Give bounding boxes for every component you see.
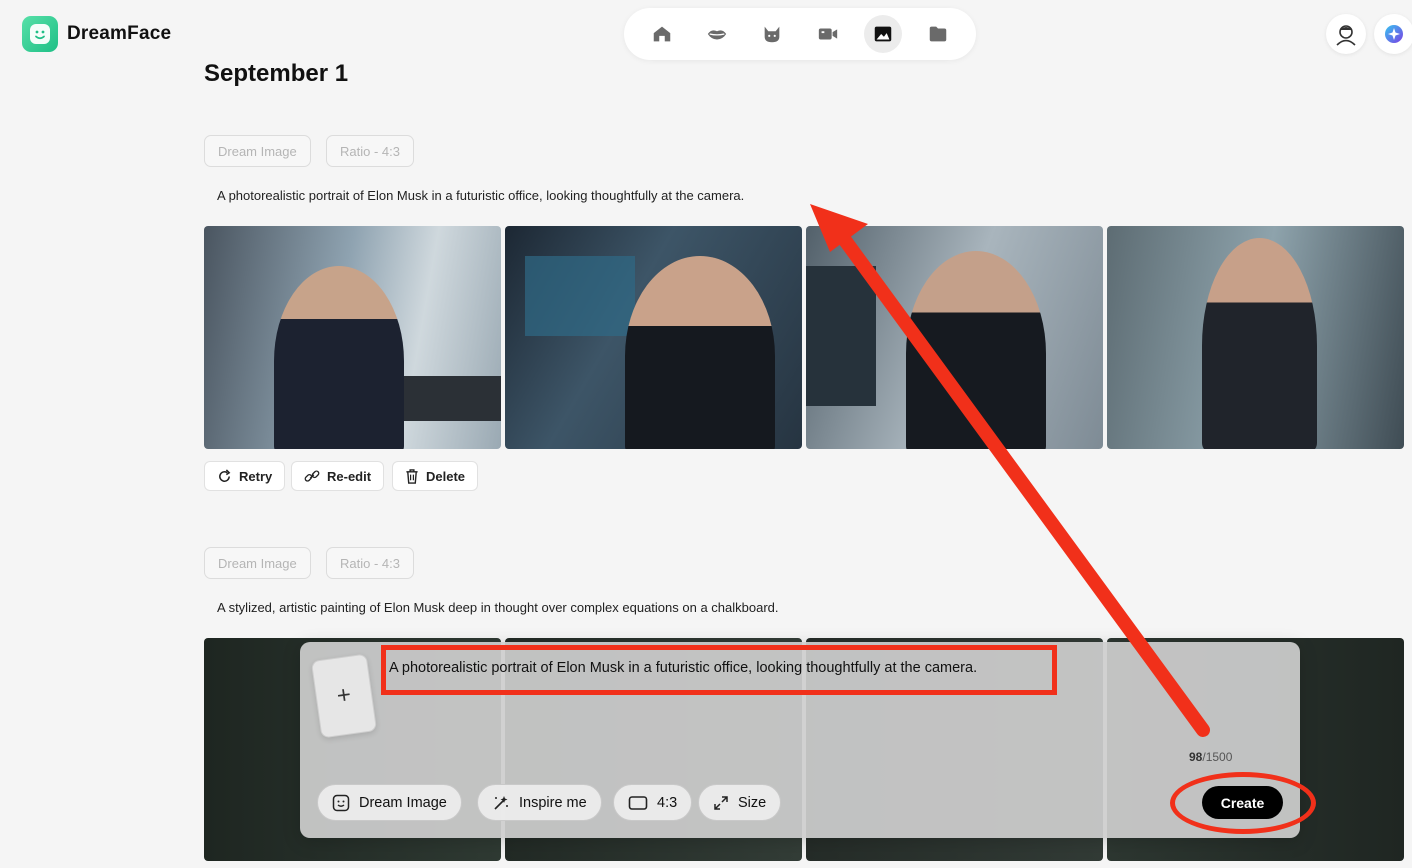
face-icon	[332, 794, 350, 811]
ratio-label: 4:3	[657, 794, 678, 811]
entry-1-ratio-tag: Ratio - 4:3	[326, 135, 414, 167]
entry-1-prompt: A photorealistic portrait of Elon Musk i…	[217, 188, 745, 203]
generated-image-4[interactable]	[1107, 226, 1404, 449]
image-icon	[874, 26, 892, 42]
dreamface-logo-icon	[22, 16, 58, 52]
nav-lip-sync[interactable]	[698, 15, 736, 53]
inspire-label: Inspire me	[519, 794, 587, 811]
video-camera-icon	[818, 28, 837, 40]
retry-icon	[219, 468, 231, 482]
inspire-me-button[interactable]: Inspire me	[477, 784, 602, 821]
sparkle-icon	[1385, 25, 1403, 43]
nav-video[interactable]	[809, 15, 847, 53]
mode-label: Dream Image	[359, 794, 447, 811]
link-icon	[304, 469, 320, 482]
app-name: DreamFace	[67, 23, 172, 44]
character-max: /1500	[1202, 750, 1233, 764]
character-count: 98	[1189, 750, 1203, 764]
app-logo[interactable]: DreamFace	[22, 16, 171, 52]
mode-select-button[interactable]: Dream Image	[317, 784, 462, 821]
generated-image-1[interactable]	[204, 226, 501, 449]
character-counter: 98/1500	[1189, 750, 1232, 764]
folder-icon	[930, 26, 947, 42]
entry-2-prompt: A stylized, artistic painting of Elon Mu…	[217, 600, 779, 615]
nav-library[interactable]	[919, 15, 957, 53]
size-label: Size	[738, 794, 767, 811]
nav-home[interactable]	[643, 15, 681, 53]
app-root: DreamFace September 1 Dream Image Ratio …	[0, 0, 1412, 868]
create-button[interactable]: Create	[1202, 786, 1283, 819]
upload-image-button[interactable]: +	[310, 653, 378, 739]
aspect-ratio-icon	[628, 795, 648, 810]
cat-icon	[764, 26, 780, 43]
top-nav	[624, 8, 976, 60]
entry-1-mode-tag: Dream Image	[204, 135, 311, 167]
plus-icon: +	[335, 681, 353, 710]
home-icon	[653, 26, 670, 42]
avatar-icon	[1336, 25, 1356, 46]
delete-button[interactable]: Delete	[392, 461, 479, 491]
nav-pet[interactable]	[753, 15, 791, 53]
size-button[interactable]: Size	[698, 784, 782, 821]
delete-label: Delete	[426, 468, 466, 484]
entry-2-ratio-tag: Ratio - 4:3	[326, 547, 414, 579]
lips-icon	[707, 30, 727, 40]
entry-2-mode-tag: Dream Image	[204, 547, 311, 579]
re-edit-label: Re-edit	[327, 468, 372, 484]
generated-image-3[interactable]	[806, 226, 1103, 449]
trash-icon	[406, 468, 418, 484]
prompt-textarea[interactable]: A photorealistic portrait of Elon Musk i…	[389, 660, 977, 676]
user-avatar-button[interactable]	[1326, 14, 1366, 54]
expand-icon	[714, 795, 728, 810]
re-edit-button[interactable]: Re-edit	[291, 461, 385, 491]
aspect-ratio-button[interactable]: 4:3	[613, 784, 693, 821]
retry-label: Retry	[239, 468, 273, 484]
retry-button[interactable]: Retry	[204, 461, 286, 491]
ai-assistant-button[interactable]	[1374, 14, 1412, 54]
history-date-heading: September 1	[204, 60, 349, 87]
generated-image-2[interactable]	[505, 226, 802, 449]
nav-image[interactable]	[863, 15, 902, 53]
magic-wand-icon	[494, 795, 508, 810]
